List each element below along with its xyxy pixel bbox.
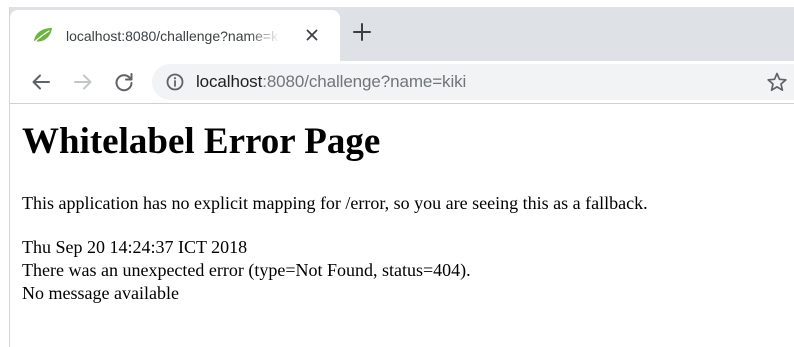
toolbar-divider (10, 103, 794, 104)
plus-icon[interactable] (350, 20, 374, 44)
info-icon[interactable] (165, 72, 185, 92)
page-title: Whitelabel Error Page (22, 121, 381, 162)
error-description: This application has no explicit mapping… (22, 193, 648, 213)
error-details: There was an unexpected error (type=Not … (22, 260, 471, 280)
star-icon[interactable] (766, 71, 788, 93)
back-arrow-icon[interactable] (30, 71, 52, 93)
close-icon[interactable] (303, 26, 321, 44)
error-message: No message available (22, 283, 179, 303)
spring-leaf-icon (34, 28, 52, 43)
tab-title: localhost:8080/challenge?name=kiki (66, 28, 280, 44)
url-host: localhost (196, 72, 263, 91)
reload-icon[interactable] (113, 71, 135, 93)
url-path: :8080/challenge?name=kiki (262, 72, 467, 91)
forward-arrow-icon[interactable] (72, 71, 94, 93)
browser-tab[interactable]: localhost:8080/challenge?name=kiki (10, 10, 340, 62)
url-text[interactable]: localhost:8080/challenge?name=kiki (196, 71, 466, 93)
error-timestamp: Thu Sep 20 14:24:37 ICT 2018 (22, 237, 248, 257)
